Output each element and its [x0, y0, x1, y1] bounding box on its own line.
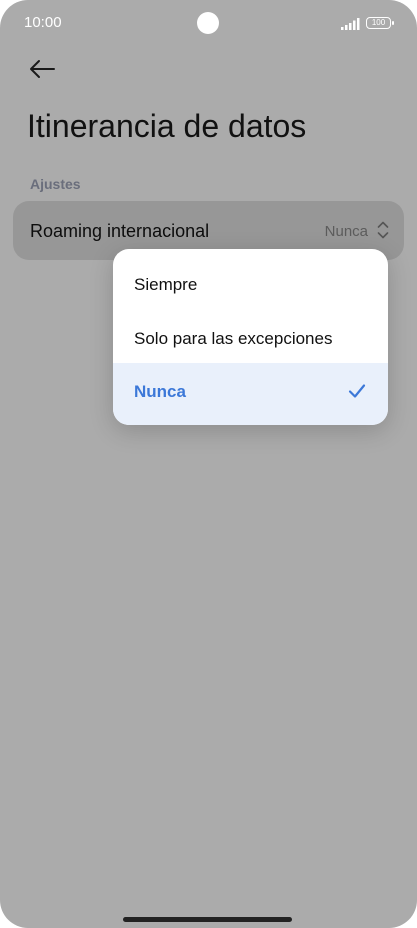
- option-label: Siempre: [134, 275, 198, 294]
- option-label: Solo para las excepciones: [134, 329, 333, 348]
- home-indicator[interactable]: [123, 917, 292, 922]
- roaming-options-popup: Siempre Solo para las excepciones Nunca: [113, 249, 388, 425]
- section-label: Ajustes: [30, 176, 81, 192]
- battery-icon: 100: [366, 17, 394, 29]
- option-siempre[interactable]: Siempre: [113, 258, 388, 312]
- back-arrow-icon[interactable]: [28, 58, 56, 80]
- option-nunca[interactable]: Nunca: [113, 363, 388, 425]
- screen: 10:00 100 Itinerancia de datos Ajustes R…: [0, 0, 417, 928]
- battery-level: 100: [371, 18, 386, 27]
- roaming-value: Nunca: [324, 223, 368, 240]
- roaming-label: Roaming internacional: [30, 221, 210, 241]
- up-down-chevron-icon: [377, 221, 389, 239]
- status-time: 10:00: [24, 14, 62, 31]
- camera-cutout: [197, 12, 219, 34]
- page-title: Itinerancia de datos: [27, 108, 307, 144]
- option-solo-excepciones[interactable]: Solo para las excepciones: [113, 312, 388, 366]
- checkmark-icon: [348, 384, 366, 398]
- option-label: Nunca: [134, 382, 186, 401]
- signal-icon: [341, 18, 360, 30]
